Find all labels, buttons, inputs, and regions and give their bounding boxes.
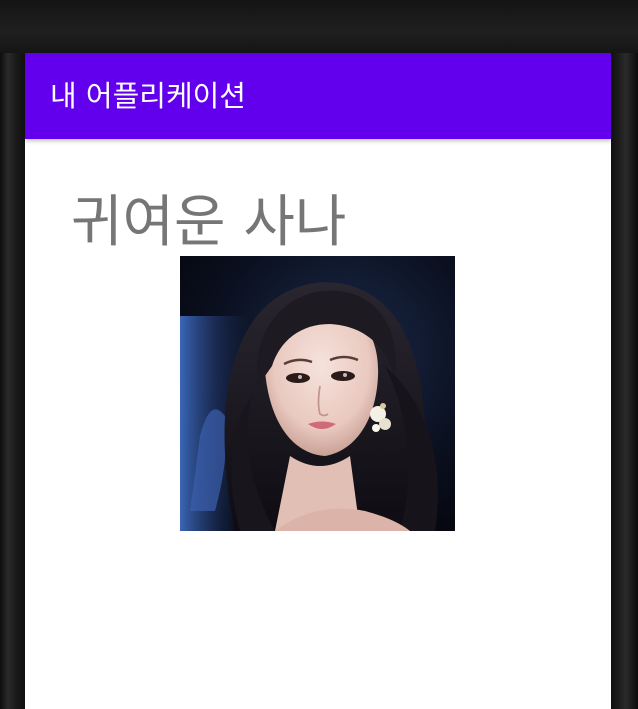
app-title: 내 어플리케이션 [50,79,246,113]
device-frame: 내 어플리케이션 귀여운 사나 [0,0,638,709]
heading-text: 귀여운 사나 [71,190,347,255]
app-screen: 내 어플리케이션 귀여운 사나 [25,53,611,709]
portrait-photo [180,256,455,531]
app-bar: 내 어플리케이션 [25,53,611,139]
device-top-bezel [0,0,638,53]
portrait-photo-icon [180,256,455,531]
